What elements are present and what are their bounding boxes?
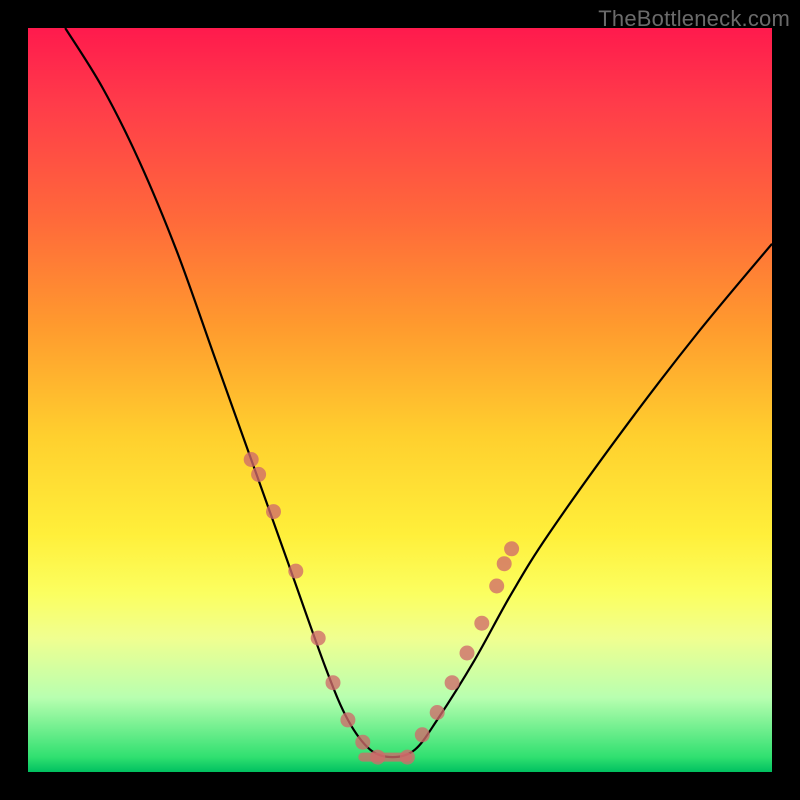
marker-point: [370, 750, 385, 765]
marker-point: [474, 616, 489, 631]
marker-group: [244, 452, 519, 765]
marker-point: [266, 504, 281, 519]
marker-point: [251, 467, 266, 482]
marker-point: [430, 705, 445, 720]
marker-point: [340, 712, 355, 727]
marker-point: [311, 631, 326, 646]
watermark-text: TheBottleneck.com: [598, 6, 790, 32]
marker-point: [497, 556, 512, 571]
marker-point: [288, 564, 303, 579]
marker-point: [504, 541, 519, 556]
marker-point: [415, 727, 430, 742]
marker-point: [489, 579, 504, 594]
marker-point: [400, 750, 415, 765]
bottleneck-plot: [28, 28, 772, 772]
marker-point: [460, 646, 475, 661]
bottleneck-curve: [65, 28, 772, 757]
marker-point: [445, 675, 460, 690]
chart-area: [28, 28, 772, 772]
marker-point: [244, 452, 259, 467]
marker-point: [326, 675, 341, 690]
marker-point: [355, 735, 370, 750]
